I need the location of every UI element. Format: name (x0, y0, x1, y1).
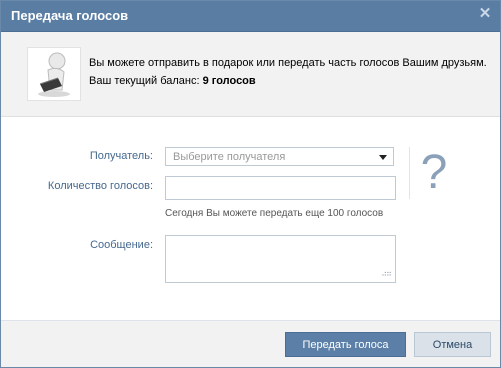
balance-label: Ваш текущий баланс: (89, 75, 203, 87)
transfer-votes-dialog: Передача голосов ✕ Вы можете отправить в… (0, 0, 501, 368)
dialog-titlebar: Передача голосов ✕ (1, 1, 500, 32)
message-textarea[interactable]: ⠴⠶ (165, 235, 396, 283)
amount-hint: Сегодня Вы можете передать еще 100 голос… (165, 208, 384, 219)
amount-input[interactable] (165, 176, 396, 200)
balance-line: Ваш текущий баланс: 9 голосов (89, 72, 487, 90)
amount-label: Количество голосов: (47, 180, 153, 192)
dialog-title: Передача голосов (11, 8, 129, 23)
recipient-label: Получатель: (89, 150, 153, 162)
cancel-button[interactable]: Отмена (414, 332, 491, 357)
close-icon[interactable]: ✕ (478, 6, 492, 21)
info-description: Вы можете отправить в подарок или переда… (89, 57, 487, 69)
transfer-votes-button[interactable]: Передать голоса (285, 332, 406, 357)
message-label: Сообщение: (90, 239, 153, 251)
resize-grip-icon[interactable]: ⠴⠶ (381, 269, 392, 278)
chevron-down-icon[interactable] (379, 155, 387, 160)
dialog-footer: Передать голоса Отмена (1, 320, 500, 367)
help-question-icon[interactable]: ? (409, 147, 458, 199)
balance-value: 9 голосов (202, 75, 256, 87)
recipient-placeholder: Выберите получателя (173, 151, 286, 163)
gift-figure-icon (27, 47, 81, 101)
recipient-select[interactable]: Выберите получателя (165, 147, 394, 166)
info-panel: Вы можете отправить в подарок или переда… (1, 32, 500, 117)
